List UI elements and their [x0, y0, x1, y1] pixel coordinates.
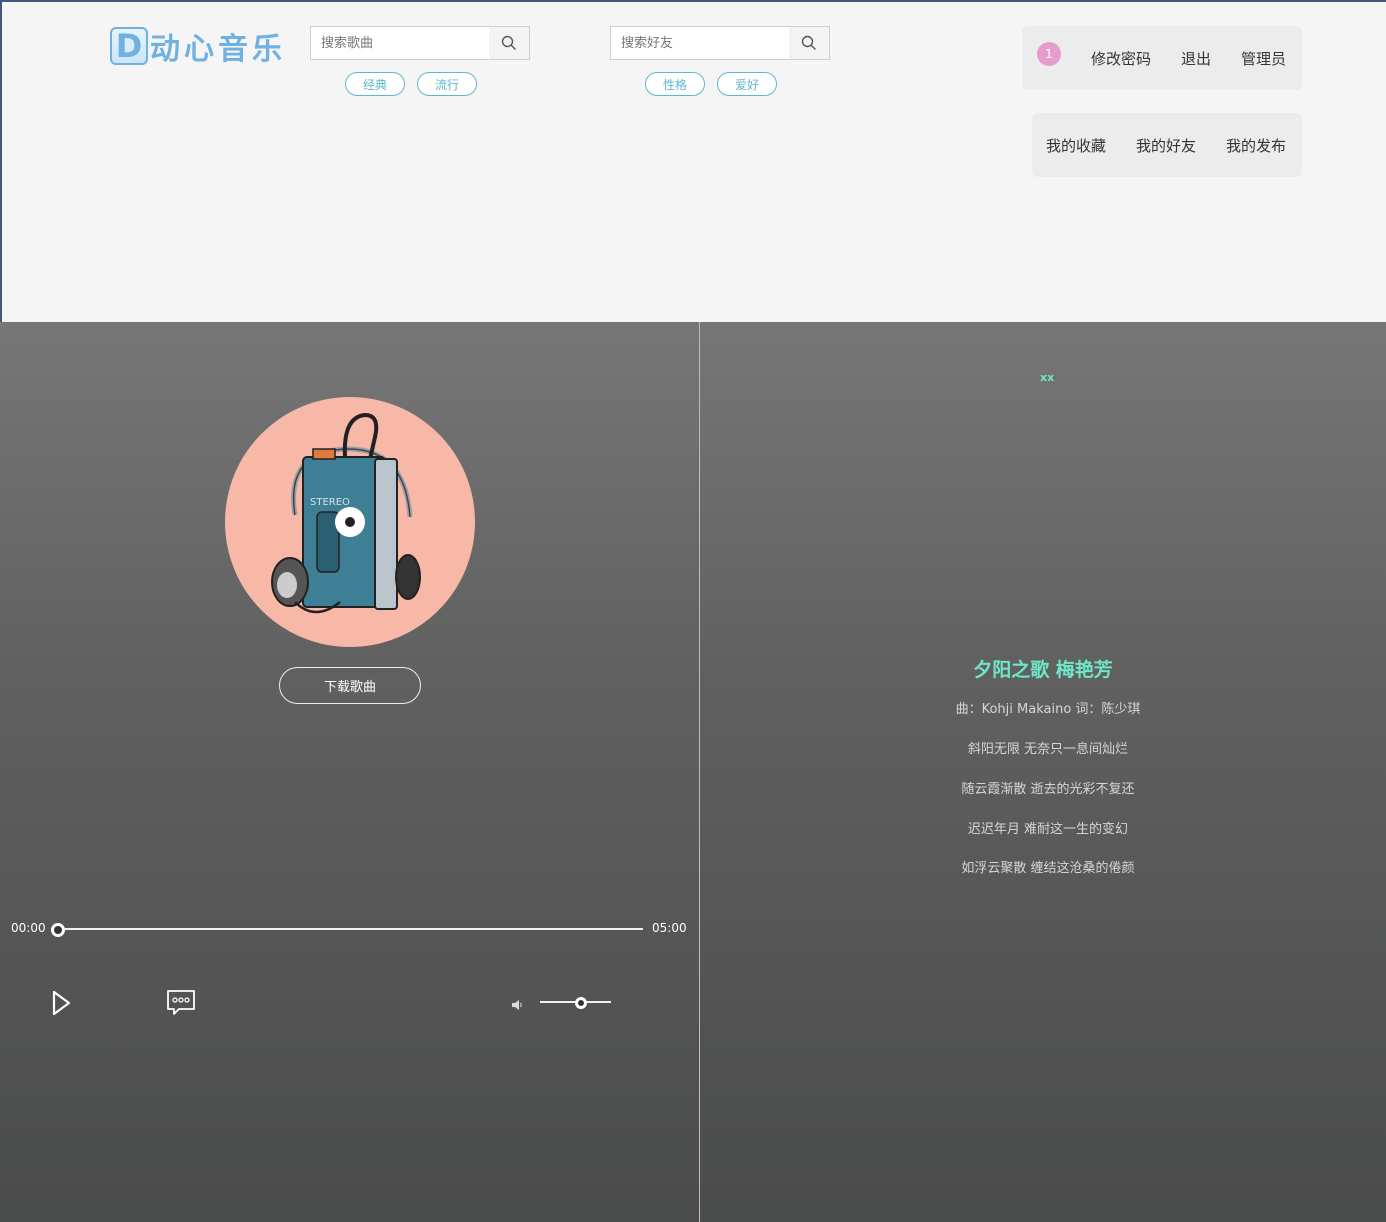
duration-time: 05:00: [652, 921, 687, 935]
logo-text: 动心音乐: [150, 32, 286, 67]
logo[interactable]: D 动心音乐: [110, 26, 286, 67]
song-search-box: [310, 26, 530, 60]
friend-search-input[interactable]: [611, 27, 789, 59]
tag-personality[interactable]: 性格: [645, 72, 705, 96]
comment-icon: [167, 990, 195, 1015]
my-friends-link[interactable]: 我的好友: [1136, 135, 1196, 156]
my-favorites-link[interactable]: 我的收藏: [1046, 135, 1106, 156]
logout-link[interactable]: 退出: [1181, 48, 1211, 69]
volume-icon: [512, 1000, 522, 1010]
my-panel: 我的收藏 我的好友 我的发布: [1032, 113, 1302, 177]
search-icon: [801, 35, 816, 50]
volume-button[interactable]: [511, 996, 523, 1015]
logo-mark: D: [110, 27, 148, 65]
song-search-input[interactable]: [311, 27, 489, 59]
my-posts-link[interactable]: 我的发布: [1226, 135, 1286, 156]
lyric-line: 曲：Kohji Makaino 词：陈少琪: [955, 702, 1141, 717]
lyric-line: 如浮云聚散 缠结这沧桑的倦颜: [961, 861, 1135, 876]
search-icon: [501, 35, 516, 50]
tag-hobby[interactable]: 爱好: [717, 72, 777, 96]
album-cover: STEREO: [225, 397, 475, 647]
admin-link[interactable]: 管理员: [1241, 48, 1286, 69]
song-title: 夕阳之歌 梅艳芳: [973, 659, 1113, 681]
lyric-line: 随云霞渐散 逝去的光彩不复还: [961, 782, 1135, 797]
change-password-link[interactable]: 修改密码: [1091, 48, 1151, 69]
play-icon: [52, 990, 71, 1016]
download-button[interactable]: 下载歌曲: [279, 667, 421, 704]
divider: [699, 322, 700, 1222]
progress-knob[interactable]: [51, 923, 65, 937]
svg-text:STEREO: STEREO: [310, 497, 350, 508]
comment-button[interactable]: [166, 989, 196, 1021]
song-search-button[interactable]: [489, 27, 529, 59]
tag-classic[interactable]: 经典: [345, 72, 405, 96]
player-area: STEREO 下载歌曲 00:00 05:00 xx 夕阳之歌 梅艳芳 曲：Ko…: [0, 322, 1386, 1222]
lyric-marker: xx: [1040, 371, 1055, 384]
play-button[interactable]: [50, 989, 72, 1021]
notification-badge[interactable]: 1: [1037, 42, 1061, 66]
lyric-line: 迟迟年月 难耐这一生的变幻: [967, 822, 1129, 837]
friend-search-box: [610, 26, 830, 60]
cassette-player-image: STEREO: [271, 412, 421, 614]
friend-search-button[interactable]: [789, 27, 829, 59]
current-time: 00:00: [11, 921, 46, 935]
user-panel: 1 修改密码 退出 管理员: [1022, 26, 1302, 90]
volume-knob[interactable]: [575, 997, 588, 1009]
progress-track[interactable]: [58, 928, 643, 930]
top-header: D 动心音乐 经典 流行 性格 爱好 1 修改密码 退出 管理员 我的收藏 我的…: [0, 0, 1386, 322]
tag-pop[interactable]: 流行: [417, 72, 477, 96]
lyric-line: 斜阳无限 无奈只一息间灿烂: [967, 742, 1129, 757]
